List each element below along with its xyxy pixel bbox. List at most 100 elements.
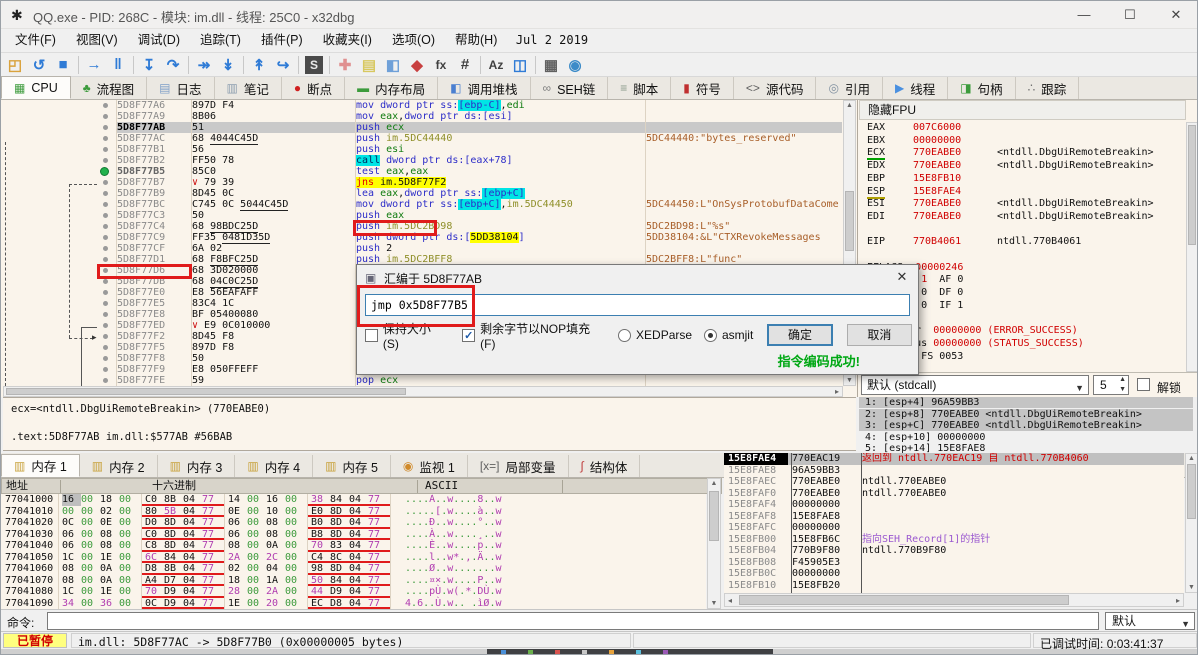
dump-row[interactable]: 77041010 00 00 02 00 80 5B 04 77 0E 00 10 00 E0 8D 04 77… <box>1 505 706 517</box>
stack-row[interactable]: 15E8FAEC 770EABE0 ntdll.770EABE0 <box>724 476 1184 488</box>
tab-source[interactable]: <> 源代码 <box>734 77 817 99</box>
stack-row[interactable]: 15E8FB08 F45905E3 <box>724 557 1184 569</box>
hash-icon[interactable]: # <box>453 54 477 76</box>
dump-row[interactable]: 77041000 16 00 18 00 C0 8B 04 77 14 00 16 00 38 84 04 77… <box>1 494 706 506</box>
disasm-row[interactable]: 5D8F77AC 68 4044C45D push im.5DC44440 5DC44… <box>3 133 842 145</box>
stack-row[interactable]: 15E8FAFC 00000000 <box>724 522 1184 534</box>
dump-row[interactable]: 77041080 1C 00 1E 00 70 D9 04 77 28 00 2A 00 44 D9 04 77… <box>1 586 706 598</box>
stack-row[interactable]: 15E8FB0C 00000000 <box>724 568 1184 580</box>
tab-dump-5[interactable]: ▥ 内存 5 <box>313 455 391 477</box>
tab-dump-2[interactable]: ▥ 内存 2 <box>80 455 158 477</box>
arguments-panel[interactable]: 1: [esp+4] 96A59BB3 2: [esp+8] 770EABE0 <… <box>859 397 1197 457</box>
tab-watch-1[interactable]: ◉ 监视 1 <box>391 455 468 477</box>
tab-seh[interactable]: ∞ SEH链 <box>531 77 609 99</box>
breakpoint-gutter[interactable] <box>3 133 117 144</box>
run-icon[interactable]: → <box>82 54 106 76</box>
hide-fpu-button[interactable]: 隐藏FPU <box>859 100 1186 120</box>
tab-threads[interactable]: ▶ 线程 <box>883 77 949 99</box>
tab-handles[interactable]: ◨ 句柄 <box>948 77 1016 99</box>
tab-dump-4[interactable]: ▥ 内存 4 <box>235 455 314 477</box>
breakpoint-gutter[interactable] <box>3 221 117 232</box>
stack-row[interactable]: 15E8FB00 15E8FB6C 指向SEH_Record[1]的指针 <box>724 534 1184 546</box>
tab-symbols[interactable]: ▮ 符号 <box>671 77 734 99</box>
tab-graph[interactable]: ♣ 流程图 <box>71 77 148 99</box>
breakpoint-gutter[interactable] <box>3 122 117 133</box>
breakpoint-gutter[interactable] <box>3 100 117 111</box>
strings-icon[interactable]: S <box>305 55 323 74</box>
nop-fill-checkbox[interactable]: ✓ <box>462 328 476 342</box>
disasm-row[interactable]: 5D8F77FE 59 pop ecx <box>3 375 842 386</box>
execute-till-return-icon[interactable]: ↟ <box>247 54 271 76</box>
memory-dump-panel[interactable]: 77041000 16 00 18 00 C0 8B 04 77 14 00 16 00 38 84 04 77… <box>1 494 706 609</box>
tab-locals[interactable]: [x=] 局部变量 <box>468 455 569 477</box>
menu-item-6[interactable]: 选项(O) <box>382 29 445 52</box>
restart-icon[interactable]: ↺ <box>27 54 51 76</box>
breakpoint-gutter[interactable] <box>3 320 117 331</box>
xedparse-radio[interactable] <box>618 328 632 342</box>
tab-trace[interactable]: ∴ 跟踪 <box>1016 77 1080 99</box>
arg-count-spinner[interactable]: 5 ▲ ▼ <box>1093 375 1129 395</box>
breakpoint-gutter[interactable] <box>3 287 117 298</box>
unlock-checkbox[interactable] <box>1137 378 1150 391</box>
dialog-close-icon[interactable]: ✕ <box>889 269 915 287</box>
dump-row[interactable]: 77041040 06 00 08 00 C8 8D 04 77 08 00 0A 00 70 83 04 77… <box>1 540 706 552</box>
breakpoint-gutter[interactable] <box>3 364 117 375</box>
open-file-icon[interactable]: ◰ <box>3 54 27 76</box>
tab-dump-3[interactable]: ▥ 内存 3 <box>158 455 236 477</box>
asmjit-radio[interactable] <box>704 328 717 342</box>
calling-convention-dropdown[interactable]: ▼ 默认 (stdcall) <box>861 375 1089 395</box>
functions-icon[interactable]: fx <box>429 54 453 76</box>
argument-row[interactable]: 1: [esp+4] 96A59BB3 <box>859 397 1193 408</box>
disasm-row[interactable]: 5D8F77B2 FF50 78 call dword ptr ds:[eax+78… <box>3 155 842 166</box>
breakpoint-gutter[interactable] <box>3 342 117 353</box>
pause-icon[interactable]: ‖ <box>106 54 130 76</box>
minimize-button[interactable]: — <box>1061 1 1107 29</box>
menu-item-0[interactable]: 文件(F) <box>5 29 66 52</box>
stack-row[interactable]: 15E8FAF4 00000000 <box>724 499 1184 511</box>
argument-row[interactable]: 3: [esp+C] 770EABE0 <ntdll.DbgUiRemoteBr… <box>859 420 1193 432</box>
menu-item-4[interactable]: 插件(P) <box>251 29 313 52</box>
breakpoint-gutter[interactable] <box>3 177 117 188</box>
stack-row[interactable]: 15E8FB10 15E8FB20 <box>724 580 1184 592</box>
taskbar-app-icon[interactable] <box>582 650 587 654</box>
breakpoint-gutter[interactable] <box>3 232 117 243</box>
menu-item-3[interactable]: 追踪(T) <box>190 29 251 52</box>
command-profile-dropdown[interactable]: ▼ 默认 <box>1105 612 1195 630</box>
disasm-row[interactable]: 5D8F77B9 8D45 0C lea eax,dword ptr ss:[ebp… <box>3 188 842 199</box>
disasm-row[interactable]: 5D8F77BC C745 0C 5044C45D mov dword ptr ss… <box>3 199 842 211</box>
argument-row[interactable]: 2: [esp+8] 770EABE0 <ntdll.DbgUiRemoteBr… <box>859 408 1193 420</box>
tab-references[interactable]: ◎ 引用 <box>816 77 883 99</box>
calculator-icon[interactable]: ▦ <box>539 54 563 76</box>
stack-row[interactable]: 15E8FAE8 96A59BB3 <box>724 465 1184 477</box>
breakpoint-gutter[interactable] <box>3 309 117 320</box>
menu-item-2[interactable]: 调试(D) <box>128 29 190 52</box>
close-button[interactable]: ✕ <box>1153 1 1197 29</box>
tab-call-stack[interactable]: ◧ 调用堆栈 <box>438 77 531 99</box>
step-out-icon[interactable]: ↡ <box>216 54 240 76</box>
stack-hscrollbar[interactable]: ◂ ▸ <box>724 593 1184 607</box>
text-encoding-icon[interactable]: Az <box>484 54 508 76</box>
tab-log[interactable]: ▤ 日志 <box>147 77 215 99</box>
argument-row[interactable]: 4: [esp+10] 00000000 <box>865 432 1197 443</box>
tab-dump-1[interactable]: ▥ 内存 1 <box>1 454 80 477</box>
breakpoint-gutter[interactable] <box>3 111 117 122</box>
maximize-button[interactable]: ☐ <box>1107 1 1153 29</box>
menu-item-7[interactable]: 帮助(H) <box>445 29 507 52</box>
disasm-row[interactable]: 5D8F77B1 56 push esi <box>3 144 842 155</box>
keep-size-checkbox[interactable] <box>365 328 378 342</box>
stack-row[interactable]: 15E8FAE4 770EAC19 返回到 ntdll.770EAC19 自 ntd… <box>724 453 1184 465</box>
dump-row[interactable]: 77041090 34 00 36 00 0C D9 04 77 1E 00 20 00 EC D8 04 77… <box>1 597 706 609</box>
breakpoint-gutter[interactable] <box>3 166 117 177</box>
breakpoint-gutter[interactable] <box>3 144 117 155</box>
cancel-button[interactable]: 取消 <box>846 324 913 346</box>
dump-row[interactable]: 77041030 06 00 08 00 C0 8D 04 77 06 00 08 00 B8 8D 04 77… <box>1 528 706 540</box>
disasm-row[interactable]: 5D8F77A9 8B06 mov eax,dword ptr ds:[esi] <box>3 111 842 122</box>
menu-item-5[interactable]: 收藏夹(I) <box>313 29 382 52</box>
comments-icon[interactable]: ▤ <box>357 54 381 76</box>
tab-notes[interactable]: ▥ 笔记 <box>215 77 282 99</box>
breakpoint-gutter[interactable] <box>3 243 117 254</box>
disasm-row[interactable]: 5D8F77B7 ∨ 79 39 jns im.5D8F77F2 <box>3 177 842 188</box>
stack-row[interactable]: 15E8FB04 770B9F80 ntdll.770B9F80 <box>724 545 1184 557</box>
tab-cpu[interactable]: ▦ CPU <box>1 76 71 99</box>
breakpoint-gutter[interactable] <box>3 155 117 166</box>
